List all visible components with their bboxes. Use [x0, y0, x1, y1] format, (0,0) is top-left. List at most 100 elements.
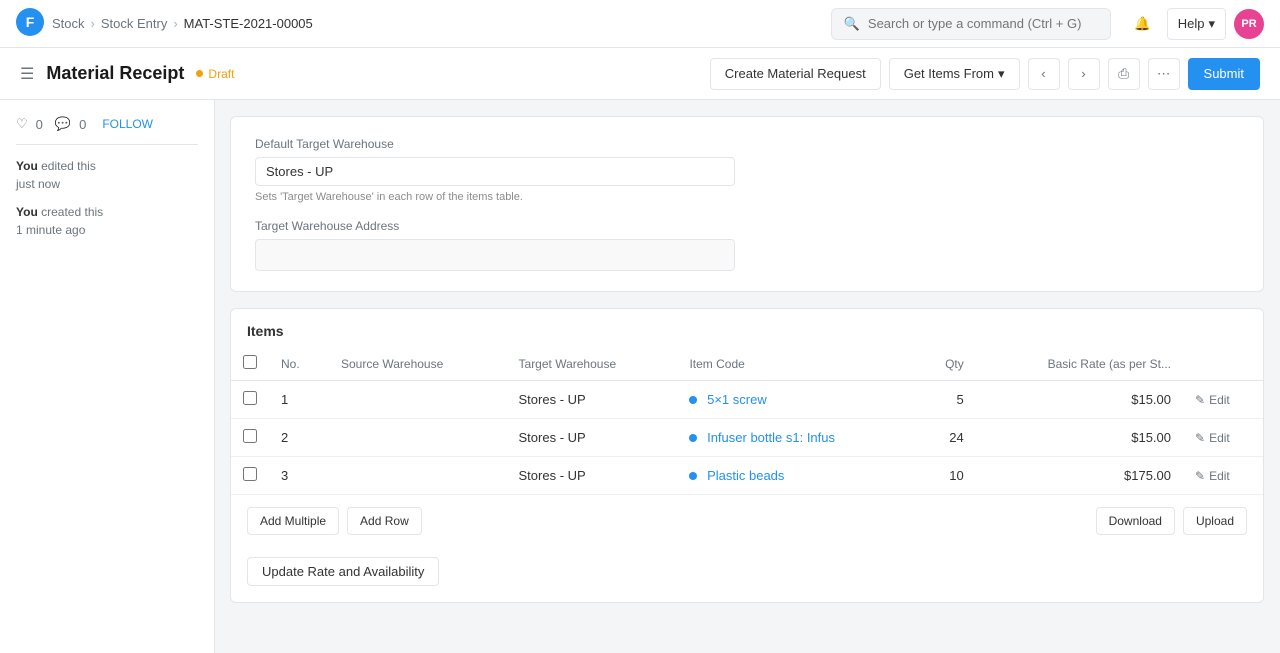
edit-icon-2: ✎	[1195, 469, 1205, 483]
more-options-button[interactable]: ⋯	[1148, 58, 1180, 90]
select-all-checkbox[interactable]	[243, 355, 257, 369]
page-header: ☰ Material Receipt Draft Create Material…	[0, 48, 1280, 100]
cell-no-0: 1	[269, 381, 329, 419]
table-actions-left: Add Multiple Add Row	[247, 507, 422, 535]
next-button[interactable]: ›	[1068, 58, 1100, 90]
create-material-request-button[interactable]: Create Material Request	[710, 58, 881, 90]
notification-button[interactable]: 🔔	[1127, 8, 1159, 40]
cell-target-2: Stores - UP	[507, 457, 678, 495]
search-icon: 🔍	[844, 16, 860, 32]
breadcrumb-stock-entry[interactable]: Stock Entry	[101, 16, 167, 31]
follow-button[interactable]: FOLLOW	[102, 117, 153, 131]
download-button[interactable]: Download	[1096, 507, 1175, 535]
cell-source-2	[329, 457, 507, 495]
svg-text:F: F	[26, 14, 35, 30]
items-table: No. Source Warehouse Target Warehouse It…	[231, 347, 1263, 495]
chevron-right-icon: ›	[1081, 66, 1085, 81]
item-link-0[interactable]: 5×1 screw	[707, 392, 767, 407]
cell-edit-1[interactable]: ✎ Edit	[1183, 419, 1263, 457]
item-dot-1	[689, 434, 697, 442]
cell-rate-2: $175.00	[976, 457, 1183, 495]
status-dot	[196, 70, 203, 77]
page-title: Material Receipt	[46, 63, 184, 84]
cell-target-0: Stores - UP	[507, 381, 678, 419]
breadcrumb-sep-1: ›	[91, 16, 95, 31]
help-label: Help	[1178, 16, 1205, 31]
col-item-code: Item Code	[677, 347, 915, 381]
get-items-from-label: Get Items From	[904, 66, 994, 81]
cell-edit-2[interactable]: ✎ Edit	[1183, 457, 1263, 495]
bell-icon: 🔔	[1134, 16, 1151, 32]
sidebar-toggle-icon[interactable]: ☰	[20, 64, 34, 84]
user-avatar-button[interactable]: PR	[1234, 9, 1264, 39]
activity-time-0: just now	[16, 177, 60, 191]
heart-icon: ♡	[16, 116, 28, 132]
items-card: Items No. Source Warehouse Target Wareho…	[230, 308, 1264, 603]
cell-no-2: 3	[269, 457, 329, 495]
update-rate-availability-button[interactable]: Update Rate and Availability	[247, 557, 439, 586]
cell-item-2[interactable]: Plastic beads	[677, 457, 915, 495]
activity-time-1: 1 minute ago	[16, 223, 85, 237]
upload-button[interactable]: Upload	[1183, 507, 1247, 535]
item-link-2[interactable]: Plastic beads	[707, 468, 784, 483]
add-multiple-button[interactable]: Add Multiple	[247, 507, 339, 535]
app-logo[interactable]: F	[16, 8, 44, 39]
table-row: 1 Stores - UP 5×1 screw 5 $15.00 ✎ Edit	[231, 381, 1263, 419]
warehouse-hint: Sets 'Target Warehouse' in each row of t…	[255, 191, 735, 203]
print-icon: ⎙	[1118, 66, 1129, 82]
item-dot-0	[689, 396, 697, 404]
item-link-1[interactable]: Infuser bottle s1: Infus	[707, 430, 835, 445]
topbar: F Stock › Stock Entry › MAT-STE-2021-000…	[0, 0, 1280, 48]
activity-row: ♡ 0 💬 0 FOLLOW	[16, 116, 198, 132]
row-checkbox-1[interactable]	[243, 429, 257, 443]
edit-icon-0: ✎	[1195, 393, 1205, 407]
likes-count: 0	[36, 117, 43, 132]
get-items-from-button[interactable]: Get Items From ▾	[889, 58, 1020, 90]
col-no: No.	[269, 347, 329, 381]
activity-divider	[16, 144, 198, 145]
edit-button-2[interactable]: ✎ Edit	[1195, 469, 1230, 483]
prev-button[interactable]: ‹	[1028, 58, 1060, 90]
comment-icon: 💬	[55, 116, 71, 132]
cell-edit-0[interactable]: ✎ Edit	[1183, 381, 1263, 419]
table-actions-right: Download Upload	[1096, 507, 1247, 535]
activity-actor-1: You	[16, 205, 38, 219]
cell-rate-1: $15.00	[976, 419, 1183, 457]
items-section-title: Items	[231, 309, 1263, 339]
edit-button-0[interactable]: ✎ Edit	[1195, 393, 1230, 407]
help-button[interactable]: Help ▾	[1167, 8, 1226, 40]
add-row-button[interactable]: Add Row	[347, 507, 422, 535]
submit-button[interactable]: Submit	[1188, 58, 1260, 90]
target-warehouse-address-input[interactable]	[255, 239, 735, 271]
search-bar[interactable]: 🔍	[831, 8, 1111, 40]
chevron-left-icon: ‹	[1041, 66, 1045, 81]
cell-no-1: 2	[269, 419, 329, 457]
cell-qty-2: 10	[916, 457, 976, 495]
cell-target-1: Stores - UP	[507, 419, 678, 457]
activity-entry-0: You edited this just now	[16, 157, 198, 193]
cell-rate-0: $15.00	[976, 381, 1183, 419]
default-warehouse-input[interactable]: Stores - UP	[255, 157, 735, 186]
col-basic-rate: Basic Rate (as per St...	[976, 347, 1183, 381]
activity-action-1: created this	[41, 205, 103, 219]
row-checkbox-0[interactable]	[243, 391, 257, 405]
print-button[interactable]: ⎙	[1108, 58, 1140, 90]
cell-item-0[interactable]: 5×1 screw	[677, 381, 915, 419]
search-input[interactable]	[868, 16, 1098, 31]
cell-qty-1: 24	[916, 419, 976, 457]
sidebar: ♡ 0 💬 0 FOLLOW You edited this just now …	[0, 100, 215, 653]
col-source-warehouse: Source Warehouse	[329, 347, 507, 381]
row-checkbox-2[interactable]	[243, 467, 257, 481]
cell-item-1[interactable]: Infuser bottle s1: Infus	[677, 419, 915, 457]
breadcrumb-stock[interactable]: Stock	[52, 16, 85, 31]
edit-icon-1: ✎	[1195, 431, 1205, 445]
cell-qty-0: 5	[916, 381, 976, 419]
table-row: 2 Stores - UP Infuser bottle s1: Infus 2…	[231, 419, 1263, 457]
comments-count: 0	[79, 117, 86, 132]
edit-button-1[interactable]: ✎ Edit	[1195, 431, 1230, 445]
breadcrumb-current: MAT-STE-2021-00005	[184, 16, 313, 31]
get-items-chevron-icon: ▾	[998, 66, 1005, 82]
activity-action-0: edited this	[41, 159, 96, 173]
status-badge: Draft	[196, 67, 234, 81]
table-actions: Add Multiple Add Row Download Upload	[231, 495, 1263, 547]
